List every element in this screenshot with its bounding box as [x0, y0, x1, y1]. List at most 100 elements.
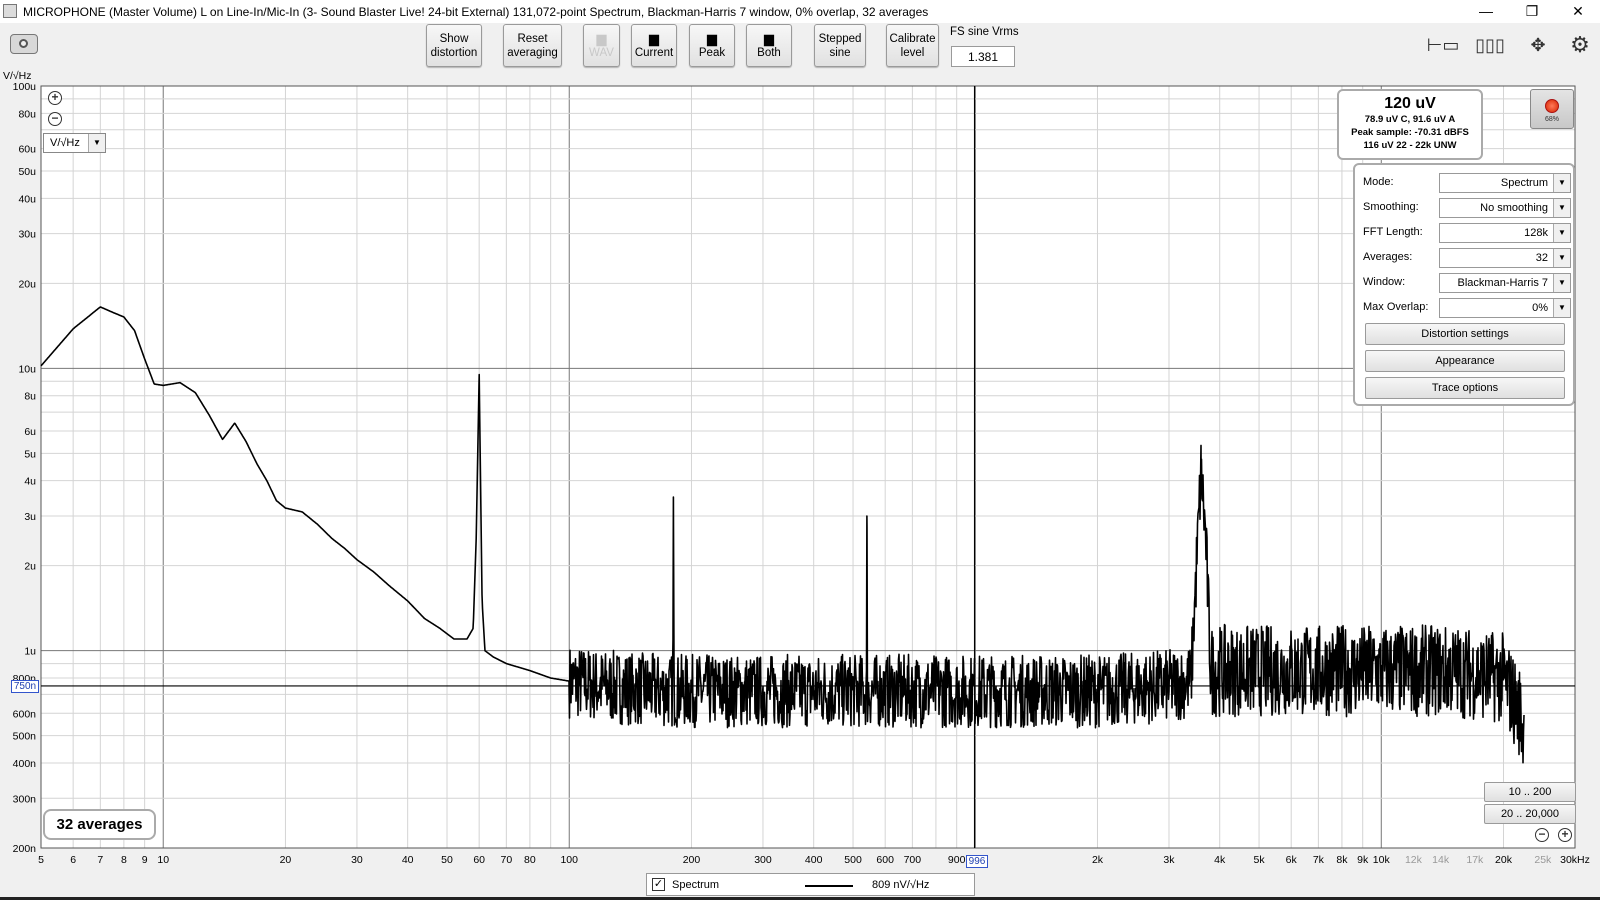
- y-tick-label: 6u: [24, 426, 36, 438]
- x-tick-label: 4k: [1214, 854, 1226, 866]
- mode-label: Mode:: [1363, 176, 1394, 188]
- plot-background: [41, 86, 1575, 848]
- mode-select[interactable]: Spectrum ▼: [1439, 173, 1571, 193]
- appearance-button[interactable]: Appearance: [1365, 350, 1565, 372]
- cursor-x-label: 996: [966, 855, 988, 868]
- zoom-in-icon[interactable]: +: [48, 91, 62, 105]
- trace-options-button[interactable]: Trace options: [1365, 377, 1565, 399]
- averages-row: Averages: 32 ▼: [1363, 248, 1571, 268]
- x-tick-label: 25k: [1534, 854, 1552, 866]
- max-overlap-select[interactable]: 0% ▼: [1439, 298, 1571, 318]
- spectrum-checkbox[interactable]: ✓: [652, 878, 665, 891]
- record-button[interactable]: 68%: [1530, 89, 1574, 129]
- x-tick-label: 14k: [1432, 854, 1450, 866]
- x-tick-label: 7k: [1313, 854, 1325, 866]
- y-tick-label: 2u: [24, 561, 36, 573]
- fft-length-label: FFT Length:: [1363, 226, 1423, 238]
- chevron-down-icon: ▼: [1553, 249, 1570, 267]
- chevron-down-icon: ▼: [1553, 274, 1570, 292]
- level-weighted: 78.9 uV C, 91.6 uV A: [1364, 114, 1456, 125]
- range-10-200-button[interactable]: 10 .. 200: [1484, 782, 1576, 802]
- legend-value: 809 nV/√Hz: [872, 879, 930, 891]
- record-percent: 68%: [1544, 116, 1559, 123]
- x-tick-label: 12k: [1405, 854, 1423, 866]
- legend: ✓ Spectrum 809 nV/√Hz: [646, 873, 975, 896]
- window-select[interactable]: Blackman-Harris 7 ▼: [1439, 273, 1571, 293]
- x-tick-label: 30kHz: [1560, 854, 1590, 866]
- chevron-down-icon: ▼: [1553, 174, 1570, 192]
- settings-panel: Mode: Spectrum ▼ Smoothing: No smoothing ▼…: [1353, 163, 1575, 406]
- y-tick-label: 3u: [24, 511, 36, 523]
- x-tick-label: 20: [280, 854, 292, 866]
- y-tick-label: 40u: [18, 193, 36, 205]
- x-tick-label: 300: [754, 854, 772, 866]
- chevron-down-icon: ▼: [1553, 199, 1570, 217]
- level-peak-sample: Peak sample: -70.31 dBFS: [1351, 127, 1469, 138]
- mode-row: Mode: Spectrum ▼: [1363, 173, 1571, 193]
- y-tick-label: 1u: [24, 646, 36, 658]
- record-icon: [1545, 99, 1559, 113]
- fft-length-select[interactable]: 128k ▼: [1439, 223, 1571, 243]
- averages-label: Averages:: [1363, 251, 1413, 263]
- window-row: Window: Blackman-Harris 7 ▼: [1363, 273, 1571, 293]
- x-tick-label: 9k: [1357, 854, 1369, 866]
- x-tick-label: 10k: [1373, 854, 1391, 866]
- y-tick-label: 500n: [13, 731, 37, 743]
- level-main: 120 uV: [1384, 95, 1436, 112]
- max-overlap-label: Max Overlap:: [1363, 301, 1429, 313]
- zoom-in-x-icon[interactable]: +: [1558, 828, 1572, 842]
- chevron-down-icon: ▼: [1553, 224, 1570, 242]
- zoom-out-icon[interactable]: −: [48, 112, 62, 126]
- zoom-out-x-icon[interactable]: −: [1535, 828, 1549, 842]
- x-tick-label: 60: [473, 854, 485, 866]
- x-axis: 5 6 7 8 9 10 20 30 40 50 60 70 80 100 200 300 400 500 600 7…: [38, 854, 1590, 866]
- legend-line-swatch: [805, 885, 853, 887]
- y-axis: 100u80u60u50u40u30u20u10u8u6u5u4u3u2u1u8…: [13, 81, 37, 855]
- x-tick-label: 30: [351, 854, 363, 866]
- x-tick-label: 900: [948, 854, 966, 866]
- y-tick-label: 300n: [13, 793, 37, 805]
- x-tick-label: 6: [70, 854, 76, 866]
- x-tick-label: 10: [157, 854, 169, 866]
- fft-length-row: FFT Length: 128k ▼: [1363, 223, 1571, 243]
- x-tick-label: 50: [441, 854, 453, 866]
- x-tick-label: 2k: [1092, 854, 1104, 866]
- x-tick-label: 17k: [1466, 854, 1484, 866]
- unit-select[interactable]: V/√Hz ▼: [43, 133, 106, 153]
- y-tick-label: 30u: [18, 229, 36, 241]
- smoothing-label: Smoothing:: [1363, 201, 1419, 213]
- x-tick-label: 80: [524, 854, 536, 866]
- window-label: Window:: [1363, 276, 1406, 288]
- distortion-settings-button[interactable]: Distortion settings: [1365, 323, 1565, 345]
- y-tick-label: 400n: [13, 758, 37, 770]
- x-tick-label: 20k: [1495, 854, 1513, 866]
- x-tick-label: 200: [683, 854, 701, 866]
- y-tick-label: 4u: [24, 476, 36, 488]
- x-tick-label: 5: [38, 854, 44, 866]
- x-tick-label: 70: [501, 854, 513, 866]
- range-20-20000-button[interactable]: 20 .. 20,000: [1484, 804, 1576, 824]
- y-tick-label: 200n: [13, 843, 37, 855]
- x-tick-label: 8k: [1336, 854, 1348, 866]
- x-tick-label: 700: [904, 854, 922, 866]
- x-tick-label: 9: [142, 854, 148, 866]
- y-tick-label: 50u: [18, 166, 36, 178]
- y-tick-label: 8u: [24, 391, 36, 403]
- level-readout: 120 uV 78.9 uV C, 91.6 uV A Peak sample:…: [1337, 89, 1483, 160]
- x-tick-label: 3k: [1163, 854, 1175, 866]
- y-tick-label: 60u: [18, 144, 36, 156]
- x-tick-label: 40: [402, 854, 414, 866]
- x-tick-label: 5k: [1254, 854, 1266, 866]
- cursor-y-label: 750n: [11, 680, 39, 693]
- x-tick-label: 400: [805, 854, 823, 866]
- x-tick-label: 600: [876, 854, 894, 866]
- x-tick-label: 500: [844, 854, 862, 866]
- smoothing-select[interactable]: No smoothing ▼: [1439, 198, 1571, 218]
- chevron-down-icon: ▼: [1553, 299, 1570, 317]
- y-tick-label: 600n: [13, 708, 37, 720]
- averages-select[interactable]: 32 ▼: [1439, 248, 1571, 268]
- legend-series-name: Spectrum: [672, 879, 720, 891]
- y-tick-label: 20u: [18, 278, 36, 290]
- x-tick-label: 6k: [1286, 854, 1298, 866]
- level-unweighted: 116 uV 22 - 22k UNW: [1363, 140, 1457, 151]
